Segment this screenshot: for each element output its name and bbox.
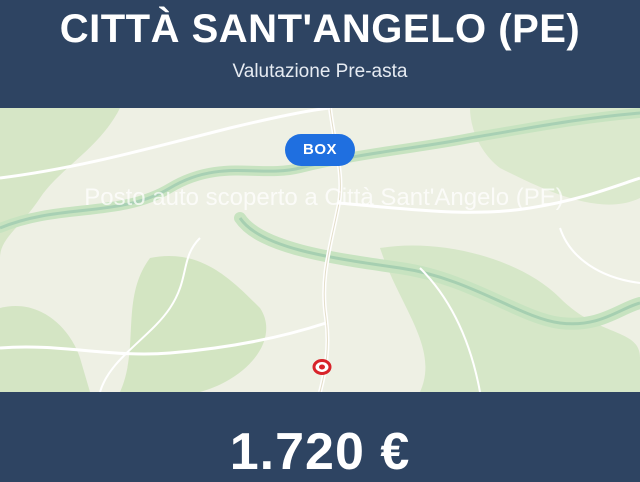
price-value: 1.720 € — [229, 423, 411, 481]
footer: 1.720 € — [0, 392, 640, 481]
location-marker-icon[interactable] — [312, 357, 332, 377]
page-title: CITTÀ SANT'ANGELO (PE) — [59, 7, 581, 51]
listing-description: Posto auto scoperto a Città Sant'Angelo … — [84, 184, 564, 211]
header: CITTÀ SANT'ANGELO (PE) Valutazione Pre-a… — [0, 0, 640, 108]
page-subtitle: Valutazione Pre-asta — [232, 61, 408, 82]
category-badge: BOX — [285, 134, 355, 166]
